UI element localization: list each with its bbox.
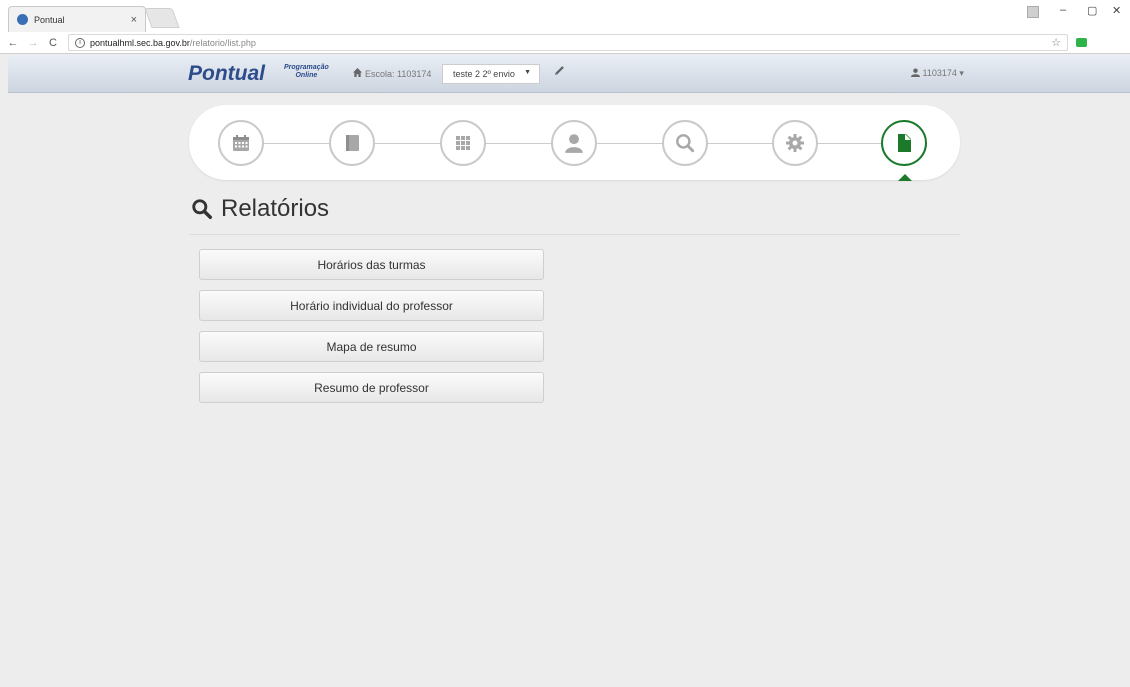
app-navbar: Pontual Programação Online Escola: 11031… (8, 55, 1130, 93)
page-title-text: Relatórios (221, 195, 330, 222)
envio-select[interactable]: teste 2 2º envio ▼ (442, 64, 540, 84)
document-icon (898, 134, 911, 152)
app-logo-subtitle: Programação Online (284, 64, 329, 80)
url-path: /relatorio/list.php (189, 37, 256, 48)
calendar-icon (233, 135, 249, 151)
step-calendar[interactable] (218, 120, 264, 166)
user-icon (911, 68, 920, 77)
pencil-icon[interactable] (554, 65, 565, 79)
logo-sub-line1: Programação (284, 64, 329, 71)
step-reports[interactable] (881, 120, 927, 166)
user-label: 1103174 (922, 68, 957, 78)
search-icon (676, 134, 695, 153)
report-button-mapa-resumo[interactable]: Mapa de resumo (199, 331, 544, 362)
grid-icon (456, 136, 470, 150)
close-window-icon[interactable]: ✕ (1112, 4, 1121, 17)
site-info-icon[interactable]: i (75, 37, 85, 48)
escola-link[interactable]: Escola: 1103174 (353, 68, 431, 79)
browser-tab-title: Pontual (34, 14, 65, 25)
url-domain: pontualhml.sec.ba.gov.br (90, 37, 190, 48)
logo-sub-line2: Online (295, 72, 318, 79)
bookmark-star-icon[interactable]: ☆ (1051, 36, 1061, 49)
user-menu[interactable]: 1103174 ▾ (911, 68, 964, 79)
step-book[interactable] (329, 120, 375, 166)
extension-icon[interactable] (1076, 38, 1087, 47)
title-divider (189, 234, 960, 235)
back-icon[interactable]: ← (6, 37, 20, 49)
browser-tab-bar: Pontual × – ▢ ✕ (0, 0, 1130, 32)
search-icon (192, 199, 213, 220)
home-icon (353, 68, 362, 79)
active-step-pointer (898, 174, 912, 181)
new-tab-button[interactable] (144, 8, 180, 28)
maximize-icon[interactable]: ▢ (1087, 4, 1097, 17)
minimize-icon[interactable]: – (1060, 4, 1066, 16)
address-bar: ← → C i pontualhml.sec.ba.gov.br /relato… (0, 32, 1130, 54)
tab-close-icon[interactable]: × (131, 14, 137, 26)
chevron-down-icon: ▼ (524, 69, 531, 76)
report-button-horarios-turmas[interactable]: Horários das turmas (199, 249, 544, 280)
page-title: Relatórios (191, 195, 329, 223)
reload-icon[interactable]: C (46, 37, 60, 49)
book-icon (346, 135, 359, 151)
browser-tab[interactable]: Pontual × (8, 6, 146, 32)
user-icon (565, 134, 583, 153)
step-search[interactable] (662, 120, 708, 166)
url-input[interactable]: i pontualhml.sec.ba.gov.br /relatorio/li… (68, 34, 1068, 51)
forward-icon[interactable]: → (26, 37, 40, 49)
caret-down-icon: ▾ (959, 68, 964, 78)
envio-select-value: teste 2 2º envio (453, 69, 515, 79)
profile-icon[interactable] (1027, 6, 1039, 18)
step-navigation (189, 105, 960, 180)
step-grid[interactable] (440, 120, 486, 166)
escola-label: Escola: 1103174 (365, 68, 432, 79)
gear-icon (786, 134, 804, 152)
report-button-resumo-professor[interactable]: Resumo de professor (199, 372, 544, 403)
site-favicon-icon (17, 14, 28, 25)
step-settings[interactable] (772, 120, 818, 166)
app-logo[interactable]: Pontual (188, 62, 265, 86)
report-button-horario-professor[interactable]: Horário individual do professor (199, 290, 544, 321)
step-user[interactable] (551, 120, 597, 166)
